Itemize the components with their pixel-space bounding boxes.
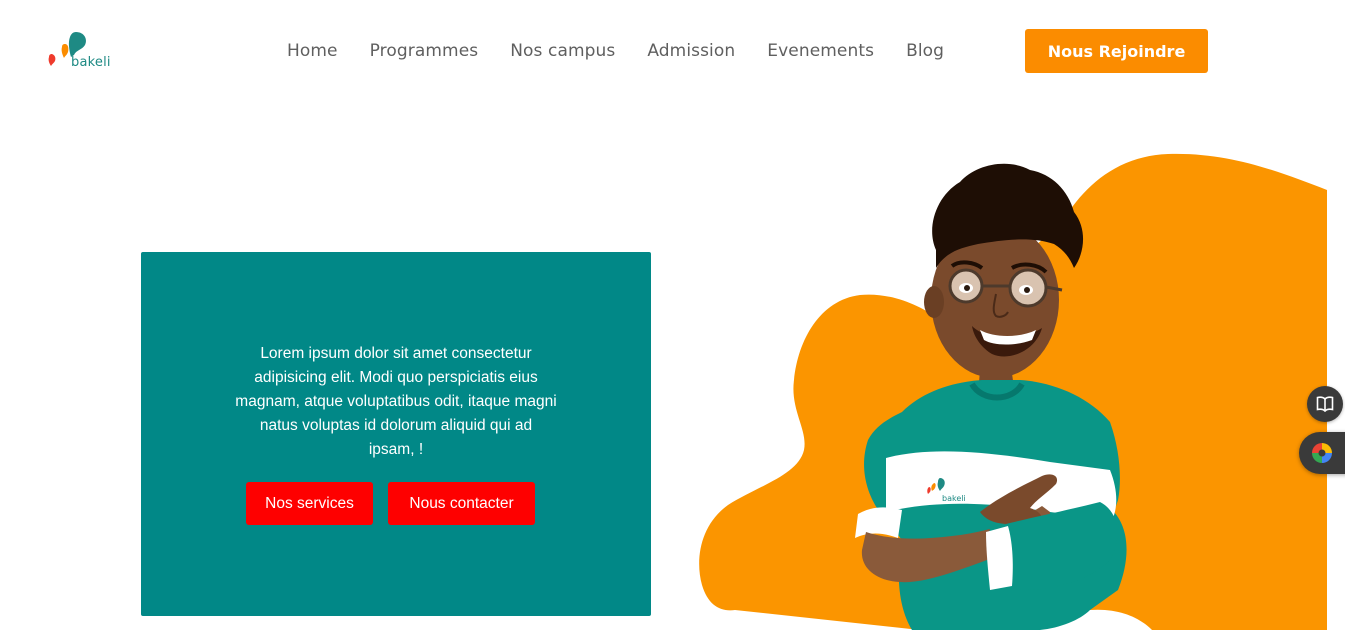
hero-illustration: bakeli — [690, 140, 1330, 630]
nav-programmes[interactable]: Programmes — [354, 41, 495, 61]
nos-services-button[interactable]: Nos services — [246, 482, 373, 525]
nav-nos-campus[interactable]: Nos campus — [494, 41, 631, 61]
hero-description: Lorem ipsum dolor sit amet consectetur a… — [235, 345, 557, 458]
main-nav: Home Programmes Nos campus Admission Eve… — [271, 29, 960, 73]
page: bakeli Home Programmes Nos campus Admiss… — [0, 0, 1345, 630]
bakeli-logo[interactable]: bakeli — [46, 30, 126, 74]
nav-home[interactable]: Home — [271, 41, 354, 61]
svg-text:bakeli: bakeli — [942, 494, 966, 503]
color-tool-button[interactable] — [1299, 432, 1345, 474]
logo-text: bakeli — [71, 55, 111, 70]
nav-admission[interactable]: Admission — [631, 41, 751, 61]
nav-blog[interactable]: Blog — [890, 41, 960, 61]
nous-rejoindre-button[interactable]: Nous Rejoindre — [1025, 29, 1208, 73]
nous-contacter-button[interactable]: Nous contacter — [388, 482, 535, 525]
hero-card: Lorem ipsum dolor sit amet consectetur a… — [141, 252, 651, 616]
nav-evenements[interactable]: Evenements — [751, 41, 890, 61]
color-wheel-icon — [1312, 443, 1332, 463]
reader-mode-button[interactable] — [1307, 386, 1343, 422]
book-icon — [1316, 396, 1334, 412]
